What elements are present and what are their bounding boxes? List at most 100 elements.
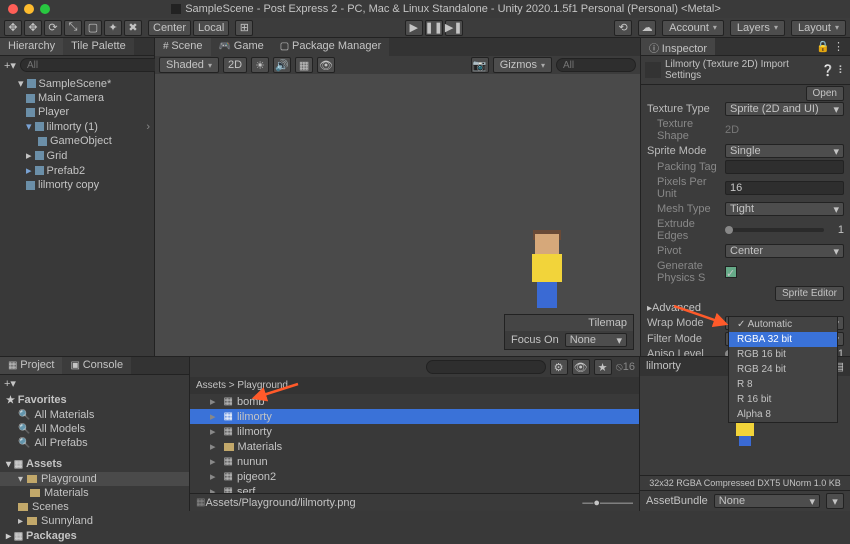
format-option[interactable]: Alpha 8: [729, 407, 837, 422]
tab-hierarchy[interactable]: Hierarchy: [0, 38, 63, 55]
step-button[interactable]: ▶❚: [445, 20, 463, 36]
pause-button[interactable]: ❚❚: [425, 20, 443, 36]
favorites-header[interactable]: ★ Favorites: [0, 392, 189, 408]
asset-item[interactable]: ▦ pigeon2: [190, 469, 639, 484]
inspector-lock-icon[interactable]: 🔒 ⋮: [810, 38, 850, 55]
preview-info: 32x32 RGBA Compressed DXT5 UNorm 1.0 KB: [640, 475, 850, 490]
2d-toggle[interactable]: 2D: [223, 57, 247, 73]
layers-dropdown[interactable]: Layers: [730, 20, 785, 36]
texture-type-dropdown[interactable]: Sprite (2D and UI)▾: [725, 102, 844, 116]
hierarchy-search[interactable]: [20, 58, 166, 72]
extrude-slider[interactable]: [725, 228, 824, 232]
rotate-tool-button[interactable]: ⟳: [44, 20, 62, 36]
folder-icon: [27, 517, 37, 525]
hierarchy-item[interactable]: ▸ Prefab2: [4, 163, 150, 178]
gizmos-dropdown[interactable]: Gizmos: [493, 57, 552, 73]
folder-item[interactable]: Scenes: [0, 500, 189, 514]
transform-tool-button[interactable]: ✦: [104, 20, 122, 36]
hierarchy-item[interactable]: GameObject: [4, 134, 150, 148]
scene-root[interactable]: ▾ SampleScene*: [4, 76, 150, 91]
cloud-button[interactable]: ☁: [638, 20, 656, 36]
gen-physics-checkbox[interactable]: ✓: [725, 266, 737, 278]
breadcrumb[interactable]: Assets > Playground: [190, 377, 639, 394]
favorite-item[interactable]: 🔍 All Prefabs: [0, 436, 189, 450]
play-button[interactable]: ▶: [405, 20, 423, 36]
tab-project[interactable]: ▦ Project: [0, 357, 62, 374]
pivot-dropdown[interactable]: Center▾: [725, 244, 844, 258]
maximize-window-icon[interactable]: [40, 4, 50, 14]
asset-item[interactable]: ▦ serf: [190, 484, 639, 493]
account-dropdown[interactable]: Account: [662, 20, 724, 36]
format-option[interactable]: RGBA 32 bit: [729, 332, 837, 347]
favorite-item[interactable]: 🔍 All Models: [0, 422, 189, 436]
project-add-button[interactable]: +▾: [4, 377, 16, 390]
scene-view[interactable]: Tilemap Focus On None▾: [155, 74, 640, 356]
folder-item[interactable]: ▸ Sunnyland: [0, 514, 189, 528]
tab-inspector[interactable]: ⓘ Inspector: [641, 38, 715, 55]
sprite-preview[interactable]: [525, 234, 569, 314]
format-option[interactable]: RGB 16 bit: [729, 347, 837, 362]
snap-button[interactable]: ⊞: [235, 20, 253, 36]
tab-package-manager[interactable]: ▢ Package Manager: [272, 38, 390, 56]
lighting-toggle[interactable]: ☀: [251, 57, 269, 73]
format-option[interactable]: Automatic: [729, 317, 837, 332]
hierarchy-item[interactable]: Player: [4, 105, 150, 119]
assets-header[interactable]: ▾ ▦ Assets: [0, 456, 189, 472]
asset-item[interactable]: ▦ bomb: [190, 394, 639, 409]
mesh-type-dropdown[interactable]: Tight▾: [725, 202, 844, 216]
scene-search[interactable]: [556, 58, 636, 72]
project-search[interactable]: [426, 360, 546, 374]
minimize-window-icon[interactable]: [24, 4, 34, 14]
hidden-toggle[interactable]: 👁: [317, 57, 335, 73]
open-button[interactable]: Open: [806, 86, 844, 101]
favorite-item[interactable]: 🔍 All Materials: [0, 408, 189, 422]
tab-game[interactable]: 🎮 Game: [211, 38, 272, 56]
asset-item[interactable]: ▦ lilmorty: [190, 409, 639, 424]
format-option[interactable]: R 8: [729, 377, 837, 392]
packing-tag-input[interactable]: [725, 160, 844, 174]
advanced-foldout[interactable]: ▸ Advanced: [641, 301, 850, 315]
assetbundle-dropdown[interactable]: None▾: [714, 494, 820, 508]
tab-console[interactable]: ▣ Console: [62, 357, 131, 374]
asset-item[interactable]: Materials: [190, 439, 639, 454]
custom-tool-button[interactable]: ✖: [124, 20, 142, 36]
sprite-editor-button[interactable]: Sprite Editor: [775, 286, 844, 301]
audio-toggle[interactable]: 🔊: [273, 57, 291, 73]
assetbundle-variant-button[interactable]: ▾: [826, 493, 844, 509]
tab-tile-palette[interactable]: Tile Palette: [63, 38, 134, 55]
focus-on-dropdown[interactable]: None▾: [565, 333, 627, 347]
add-button[interactable]: +▾: [4, 59, 16, 72]
move-tool-button[interactable]: ✥: [24, 20, 42, 36]
filter-icon[interactable]: ⚙: [550, 359, 568, 375]
packages-header[interactable]: ▸ ▦ Packages: [0, 528, 189, 544]
camera-button[interactable]: 📷: [471, 57, 489, 73]
ppu-input[interactable]: 16: [725, 181, 844, 195]
hierarchy-item[interactable]: ▸ Grid: [4, 148, 150, 163]
folder-item[interactable]: Materials: [0, 486, 189, 500]
layout-dropdown[interactable]: Layout: [791, 20, 846, 36]
visibility-icon[interactable]: 👁: [572, 359, 590, 375]
shaded-dropdown[interactable]: Shaded: [159, 57, 219, 73]
hand-tool-button[interactable]: ✥: [4, 20, 22, 36]
pivot-center-button[interactable]: Center: [148, 20, 191, 36]
fx-toggle[interactable]: ▦: [295, 57, 313, 73]
asset-item[interactable]: ▦ nunun: [190, 454, 639, 469]
format-option[interactable]: RGB 24 bit: [729, 362, 837, 377]
format-option[interactable]: R 16 bit: [729, 392, 837, 407]
asset-item[interactable]: ▦ lilmorty: [190, 424, 639, 439]
hierarchy-item[interactable]: ▾ lilmorty (1)›: [4, 119, 150, 134]
hierarchy-item[interactable]: lilmorty copy: [4, 178, 150, 192]
close-window-icon[interactable]: [8, 4, 18, 14]
collab-button[interactable]: ⟲: [614, 20, 632, 36]
sprite-mode-dropdown[interactable]: Single▾: [725, 144, 844, 158]
help-icon[interactable]: ❔ ⠇: [821, 64, 846, 77]
tab-scene[interactable]: # Scene: [155, 38, 211, 56]
folder-item[interactable]: ▾ Playground: [0, 472, 189, 486]
favorite-icon[interactable]: ★: [594, 359, 612, 375]
scale-tool-button[interactable]: ⤡: [64, 20, 82, 36]
pivot-local-button[interactable]: Local: [193, 20, 229, 36]
rect-tool-button[interactable]: ▢: [84, 20, 102, 36]
hierarchy-item[interactable]: Main Camera: [4, 91, 150, 105]
tilemap-overlay[interactable]: Tilemap Focus On None▾: [504, 314, 634, 350]
gameobject-icon: [26, 108, 35, 117]
